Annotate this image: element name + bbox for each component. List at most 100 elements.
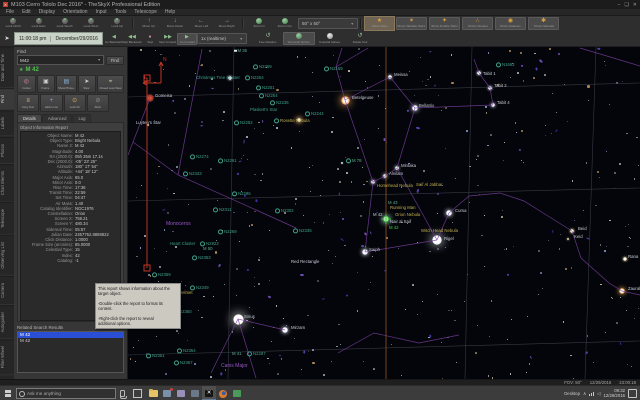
app-icon-1[interactable] [160, 386, 174, 400]
dso-marker-icon [177, 348, 182, 354]
look-east-button[interactable]: Look East [26, 16, 52, 31]
show-photo--button[interactable]: ▤ Show Photo+ [56, 75, 77, 93]
title-bar: X M103 Cerro Tololo Dec 2016* - TheSkyX … [0, 0, 640, 9]
desktop-label[interactable]: Desktop [564, 391, 580, 396]
free-rotation-icon: ↺ [265, 33, 271, 39]
dso-marker-icon [234, 120, 239, 126]
menu-orientation[interactable]: Orientation [59, 9, 91, 15]
tab-details[interactable]: Details [17, 114, 42, 122]
stop-button[interactable]: ● Stop [141, 33, 159, 45]
start-button[interactable] [0, 386, 16, 400]
tray-chevron-icon[interactable]: ∧ [583, 391, 586, 397]
show-variable-stars-toggle[interactable]: ✶ Show Variable Stars [396, 17, 427, 30]
sidetab-camera[interactable]: Camera [0, 275, 14, 305]
sidetab-chart-elemts[interactable]: Chart Elemts [0, 163, 14, 202]
menu-file[interactable]: File [2, 9, 18, 15]
sky-chart[interactable]: NE M 35 N2169 N2259 Christmas Tree Cluster N… [128, 47, 640, 379]
rotate-tool-button[interactable]: ↺ Rotate Tool [345, 32, 375, 45]
sidetab-filter-wheel[interactable]: Filter Wheel [0, 338, 14, 376]
action-center-icon[interactable] [628, 389, 637, 398]
time-rate-select[interactable]: 1x (realtime) ▼ [196, 33, 247, 44]
report-row: Catalog: -1 [57, 257, 79, 263]
target-star-icon: ★ [19, 66, 24, 73]
center-button[interactable]: ◎ Center [17, 75, 36, 93]
show-clusters-toggle[interactable]: ∴ Show Clusters [462, 17, 493, 30]
speaker-icon[interactable]: ◁ [597, 391, 600, 397]
abort-button[interactable]: ⊘ Abort [86, 94, 109, 112]
lock-on-button[interactable]: ⊙ Lock On [63, 94, 86, 112]
sidetab-photos[interactable]: Photos [0, 136, 14, 164]
terrestrial-sphere-button[interactable]: Terrestrial Sphere [282, 32, 315, 45]
related-results-list[interactable]: M 42 M 42 [17, 331, 124, 373]
menu-display[interactable]: Display [35, 9, 59, 15]
menu-help[interactable]: Help [161, 9, 179, 15]
search-input[interactable]: M42 ▼ [17, 55, 104, 65]
step-backward-button[interactable]: ◀◀ Step Backward [122, 33, 141, 45]
copy-text-icon: ≡ [26, 97, 30, 104]
show-double-stars-toggle[interactable]: ✦ Show Double Stars [429, 17, 460, 30]
step-forward-button[interactable]: ▶▶ Step Forward [159, 33, 177, 45]
look-north-button[interactable]: Look North [0, 16, 26, 31]
menu-telescope[interactable]: Telescope [130, 9, 161, 15]
closed-loop-slew-button[interactable]: ⌖ Closed Loop Slew [97, 75, 124, 93]
chevron-down-icon[interactable]: ▼ [97, 58, 100, 62]
free-rotation-button[interactable]: ↺ Free Rotation [253, 32, 283, 45]
network-icon[interactable] [589, 391, 595, 396]
task-view-button[interactable] [133, 389, 142, 398]
menu-input[interactable]: Input [92, 9, 111, 15]
move-up-button[interactable]: ↑ Move Up [136, 16, 162, 31]
show-stars-toggle[interactable]: ★ Show Stars [364, 16, 395, 31]
sidetab-find[interactable]: Find [0, 88, 14, 111]
move-right-button[interactable]: → Move Right [214, 16, 240, 31]
tab-log[interactable]: Log [72, 114, 92, 122]
microphone-icon[interactable] [119, 390, 127, 399]
firefox-icon[interactable] [216, 386, 230, 400]
go-backward-button[interactable]: ◀ Go Backward [105, 33, 123, 45]
look-up-button[interactable]: Look Up [104, 16, 130, 31]
move-left-button[interactable]: ← Move Left [188, 16, 214, 31]
tab-advanced[interactable]: Advanced [41, 114, 73, 122]
theskyx-taskbar-icon[interactable]: ✕ [202, 386, 216, 400]
time-display[interactable]: 11:00:18 pm December/29/2016 [14, 32, 103, 45]
cortana-search-input[interactable]: Ask me anything [16, 388, 116, 399]
show-galaxies-toggle[interactable]: ◉ Show Galaxies [495, 17, 526, 30]
app-icon-3[interactable] [188, 386, 202, 400]
chart-status-button[interactable]: ➤ [2, 33, 12, 44]
fov-select[interactable]: 50° x 50° ▼ [298, 18, 358, 29]
file-explorer-icon[interactable] [146, 386, 160, 400]
sidetab-date-and-time[interactable]: Date and Time [0, 47, 14, 89]
frame-button[interactable]: ▣ Frame [36, 75, 56, 93]
sidetab-telescope[interactable]: Telescope [0, 201, 14, 235]
taskbar-clock[interactable]: 09:32 12/29/2016 [603, 388, 625, 398]
add-to-list-button[interactable]: + Add to List [40, 94, 63, 112]
move-down-button[interactable]: ↓ Move Down [162, 16, 188, 31]
sidetab-labels[interactable]: Labels [0, 110, 14, 137]
app-icon-2[interactable] [174, 386, 188, 400]
menu-edit[interactable]: Edit [18, 9, 35, 15]
related-result-item[interactable]: M 42 [18, 338, 123, 344]
look-south-button[interactable]: Look South [52, 16, 78, 31]
show-nebulas-toggle[interactable]: ✱ Show Nebulas [528, 17, 559, 30]
app-icon-4[interactable] [230, 386, 244, 400]
minimize-button[interactable]: – [618, 2, 621, 8]
chart-label-n2259: N2259 [253, 64, 272, 70]
zoom-out-button[interactable]: Zoom Out [272, 16, 298, 31]
chart-label-n2251: N2251 [256, 85, 275, 91]
celestial-sphere-button[interactable]: Celestial Sphere [315, 32, 345, 45]
look-west-button[interactable]: Look West [78, 16, 104, 31]
time-toolbar: ➤ 11:00:18 pm December/29/2016 ◀ Go Backw… [0, 31, 640, 47]
sidetab-autoguider[interactable]: Autoguider [0, 304, 14, 339]
find-button[interactable]: Find [105, 55, 124, 65]
lock-on-icon: ⊙ [72, 97, 78, 104]
menu-tools[interactable]: Tools [111, 9, 131, 15]
dso-marker-icon [146, 353, 151, 359]
slew-button[interactable]: ➤ Slew [77, 75, 97, 93]
copy-text-button[interactable]: ≡ Copy Text [17, 94, 40, 112]
abort-icon: ⊘ [95, 97, 101, 104]
sidetab-observing-list[interactable]: Observing List [0, 234, 14, 276]
go-forward-button[interactable]: ▶ Go Forward [176, 32, 197, 45]
maximize-button[interactable]: ❑ [624, 2, 628, 8]
closed-loop-slew-icon: ⌖ [108, 78, 113, 85]
zoom-in-button[interactable]: Zoom In [246, 16, 272, 31]
close-button[interactable]: ✕ [633, 2, 637, 8]
